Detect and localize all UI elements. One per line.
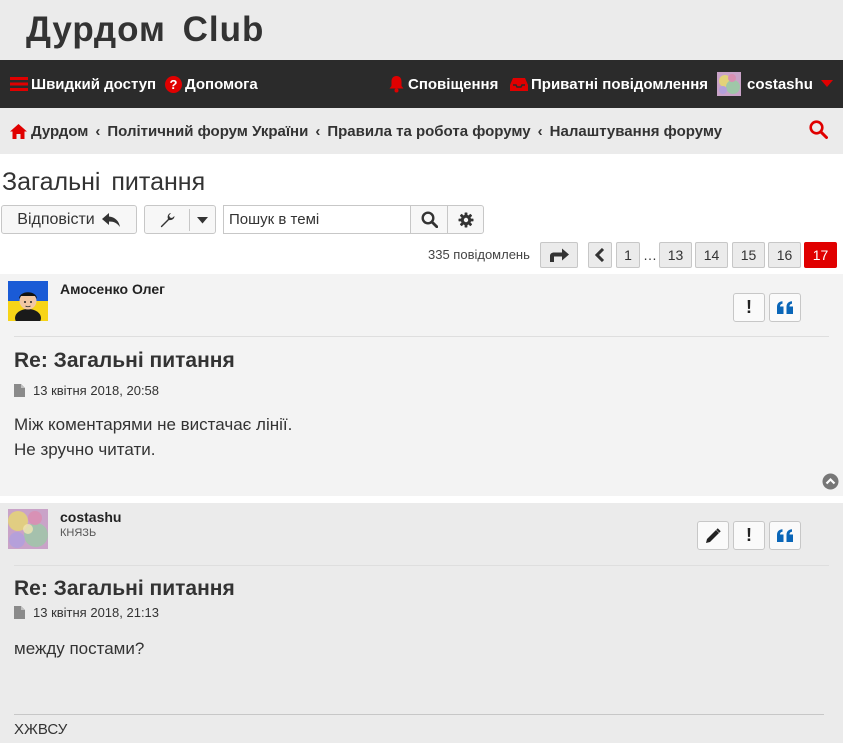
quote-button[interactable]: [769, 293, 801, 322]
signature: ХЖВСУ: [14, 721, 68, 738]
bell-icon: [389, 76, 404, 93]
file-icon[interactable]: [14, 606, 25, 619]
breadcrumb-separator: ‹: [537, 122, 543, 140]
page-16-link[interactable]: 16: [768, 242, 801, 268]
navbar: Швидкий доступ ? Допомога Сповіщення При…: [0, 60, 843, 108]
page-15-link[interactable]: 15: [732, 242, 765, 268]
search-icon[interactable]: [809, 120, 828, 139]
quote-button[interactable]: [769, 521, 801, 550]
breadcrumb-bar: Дурдом ‹ Політичний форум України ‹ Прав…: [0, 108, 843, 154]
post-body: Між коментарями не вистачає лінії. Не зр…: [14, 412, 292, 462]
breadcrumb: Дурдом ‹ Політичний форум України ‹ Прав…: [10, 108, 722, 154]
back-to-top-icon[interactable]: [822, 473, 839, 490]
file-icon[interactable]: [14, 384, 25, 397]
topic-tools-button[interactable]: [144, 205, 216, 234]
breadcrumb-political-forum[interactable]: Політичний форум України: [107, 123, 308, 140]
username-label: costashu: [747, 75, 813, 93]
page-1-link[interactable]: 1: [616, 242, 640, 268]
search-icon: [420, 211, 438, 228]
post-author[interactable]: Амосенко Олег: [60, 281, 165, 297]
post: costashu КНЯЗЬ ! Re: Загальні питання 13…: [0, 503, 843, 743]
post: Амосенко Олег ! Re: Загальні питання 13 …: [0, 274, 843, 496]
avatar[interactable]: [8, 281, 48, 321]
user-rank: КНЯЗЬ: [60, 527, 97, 539]
share-arrow-icon: [550, 248, 569, 262]
quick-access-label: Швидкий доступ: [31, 75, 157, 93]
breadcrumb-home[interactable]: Дурдом: [31, 123, 88, 140]
page-title[interactable]: Загальні питання: [2, 168, 205, 197]
caret-down-icon: [197, 217, 208, 224]
page-13-link[interactable]: 13: [659, 242, 692, 268]
topic-search-input[interactable]: [223, 205, 411, 234]
report-button[interactable]: !: [733, 293, 765, 322]
page-17-current: 17: [804, 242, 837, 268]
post-title[interactable]: Re: Загальні питання: [14, 577, 235, 601]
breadcrumb-rules[interactable]: Правила та робота форуму: [327, 123, 530, 140]
post-date: 13 квітня 2018, 21:13: [14, 605, 159, 620]
menu-icon: [10, 77, 28, 91]
chevron-left-icon: [595, 248, 605, 262]
notifications-link[interactable]: Сповіщення: [388, 60, 498, 108]
help-link[interactable]: ? Допомога: [165, 60, 258, 108]
search-button[interactable]: [410, 205, 448, 234]
report-button[interactable]: !: [733, 521, 765, 550]
post-body-line: между постами?: [14, 639, 145, 658]
post-header-divider: [14, 565, 829, 566]
caret-down-icon: [820, 80, 833, 87]
home-icon: [10, 123, 27, 139]
wrench-icon: [160, 212, 175, 227]
site-title[interactable]: Дурдом Club: [26, 10, 264, 50]
inbox-icon: [510, 77, 528, 91]
post-author[interactable]: costashu: [60, 509, 121, 525]
post-count: 335 повідомлень: [428, 247, 530, 262]
breadcrumb-separator: ‹: [95, 122, 101, 140]
post-body-line: Між коментарями не вистачає лінії.: [14, 415, 293, 434]
gear-icon: [458, 212, 473, 227]
breadcrumb-separator: ‹: [315, 122, 321, 140]
notifications-label: Сповіщення: [408, 75, 499, 93]
svg-text:?: ?: [170, 77, 178, 92]
reply-icon: [101, 212, 120, 227]
site-header: Дурдом Club: [0, 0, 843, 60]
quote-icon: [777, 300, 793, 314]
post-title[interactable]: Re: Загальні питання: [14, 349, 235, 373]
private-messages-label: Приватні повідомлення: [531, 75, 709, 93]
post-header-divider: [14, 336, 829, 337]
help-label: Допомога: [185, 75, 258, 93]
post-date: 13 квітня 2018, 20:58: [14, 383, 159, 398]
jump-to-page-button[interactable]: [540, 242, 578, 268]
reply-button[interactable]: Відповісти: [1, 205, 137, 234]
user-menu[interactable]: costashu: [717, 60, 836, 108]
avatar[interactable]: [8, 509, 48, 549]
button-divider: [189, 209, 190, 231]
pagination-ellipsis: …: [643, 247, 657, 263]
page-14-link[interactable]: 14: [695, 242, 728, 268]
help-icon: ?: [165, 75, 182, 93]
reply-button-label: Відповісти: [17, 210, 95, 228]
quick-access-link[interactable]: Швидкий доступ: [10, 60, 156, 108]
post-date-text: 13 квітня 2018, 21:13: [33, 605, 160, 620]
post-body-line: Не зручно читати.: [14, 440, 156, 459]
edit-button[interactable]: [697, 521, 729, 550]
post-date-text: 13 квітня 2018, 20:58: [33, 383, 160, 398]
previous-page-button[interactable]: [588, 242, 612, 268]
signature-divider: [14, 714, 824, 715]
post-body: между постами?: [14, 636, 144, 661]
quote-icon: [777, 528, 793, 542]
user-avatar: [717, 72, 741, 96]
private-messages-link[interactable]: Приватні повідомлення: [510, 60, 708, 108]
breadcrumb-settings[interactable]: Налаштування форуму: [550, 123, 722, 140]
pencil-icon: [706, 527, 721, 543]
advanced-search-button[interactable]: [447, 205, 484, 234]
